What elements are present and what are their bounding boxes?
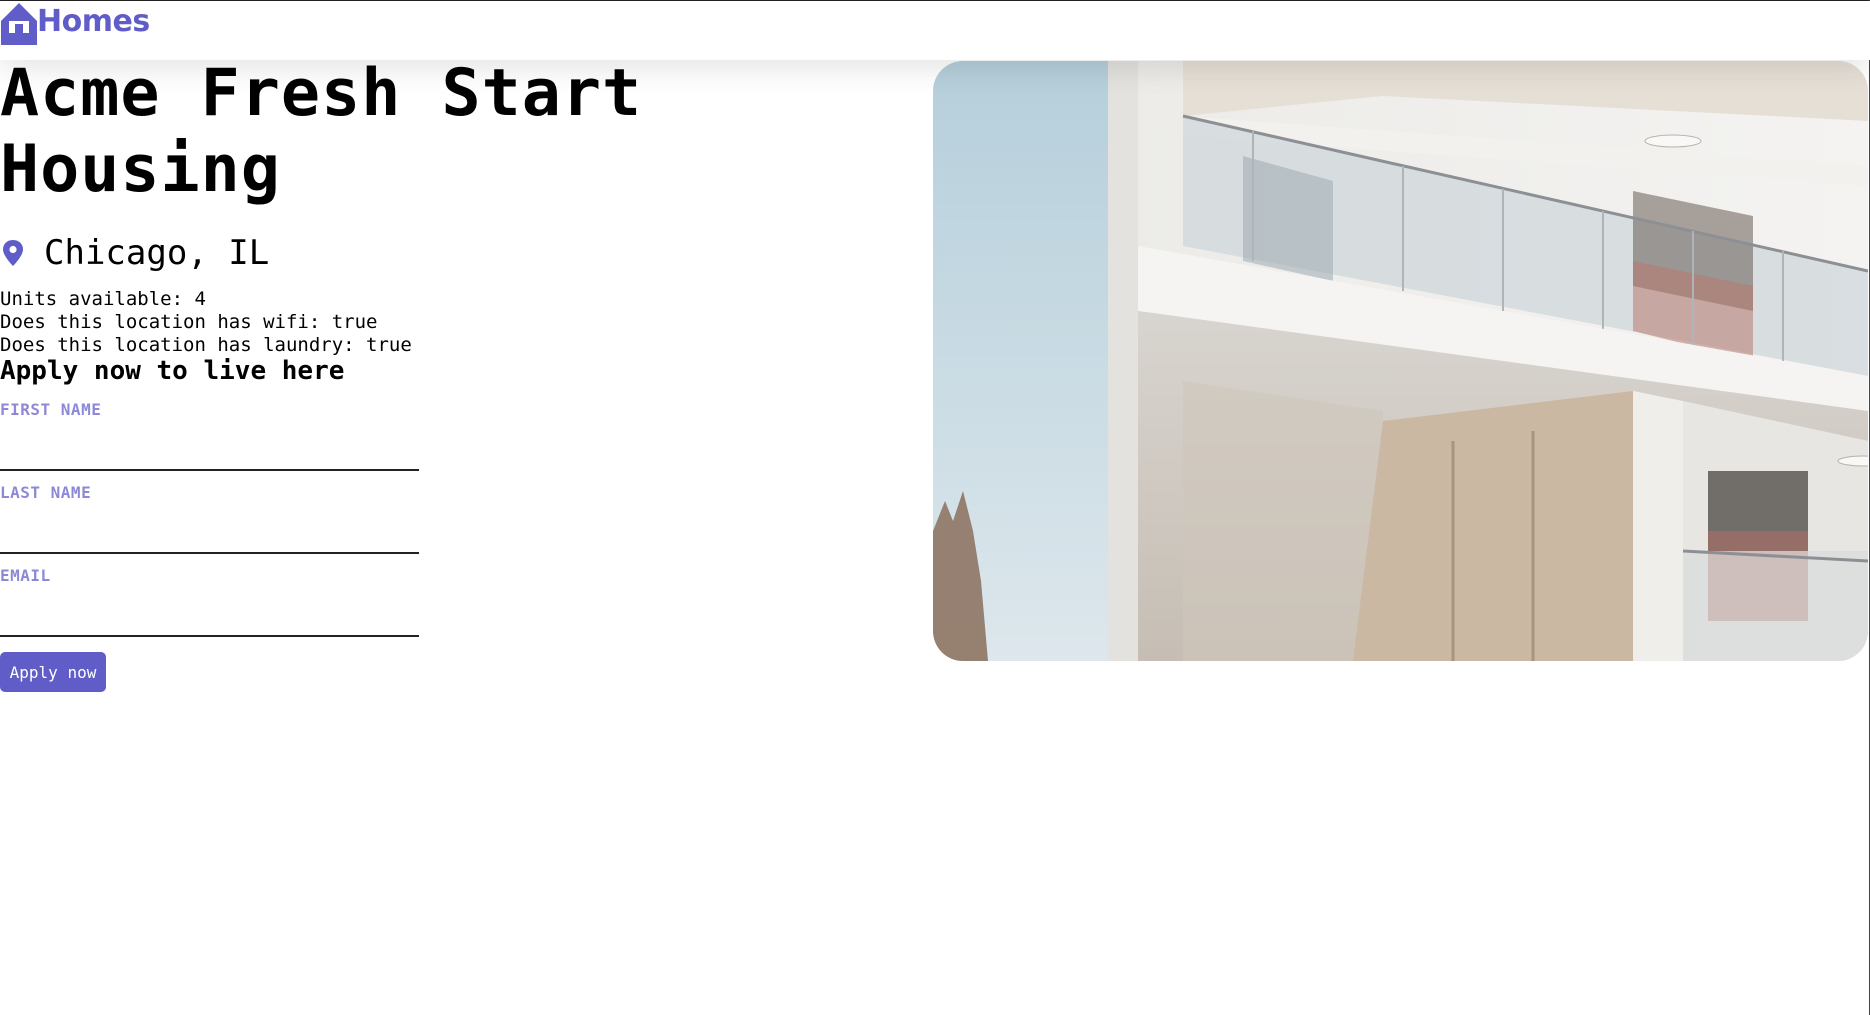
email-field: EMAIL (0, 566, 420, 649)
units-available: Units available: 4 (0, 288, 206, 310)
house-icon (1, 3, 37, 45)
first-name-label: FIRST NAME (0, 400, 102, 419)
first-name-field: FIRST NAME (0, 400, 420, 483)
last-name-label: LAST NAME (0, 483, 92, 502)
email-input[interactable] (0, 591, 419, 637)
email-label: EMAIL (0, 566, 51, 585)
location-pin-icon (3, 240, 23, 266)
building-illustration (933, 61, 1868, 661)
last-name-field: LAST NAME (0, 483, 420, 566)
location-text: Chicago, IL (44, 233, 270, 273)
last-name-input[interactable] (0, 508, 419, 554)
apply-heading: Apply now to live here (0, 356, 345, 386)
listing-location: Chicago, IL (0, 228, 269, 278)
apply-now-button[interactable]: Apply now (0, 652, 106, 692)
building-photo (933, 61, 1868, 661)
listing-title: Acme Fresh Start Housing (0, 56, 643, 207)
laundry-info: Does this location has laundry: true (0, 334, 412, 356)
listing-features: Units available: 4 Does this location ha… (0, 288, 412, 357)
first-name-input[interactable] (0, 425, 419, 471)
logo-text: Homes (37, 3, 150, 39)
wifi-info: Does this location has wifi: true (0, 311, 378, 333)
home-link[interactable]: Homes (0, 1, 150, 45)
top-nav: Homes (0, 1, 1870, 60)
application-form: FIRST NAME LAST NAME EMAIL (0, 400, 420, 649)
